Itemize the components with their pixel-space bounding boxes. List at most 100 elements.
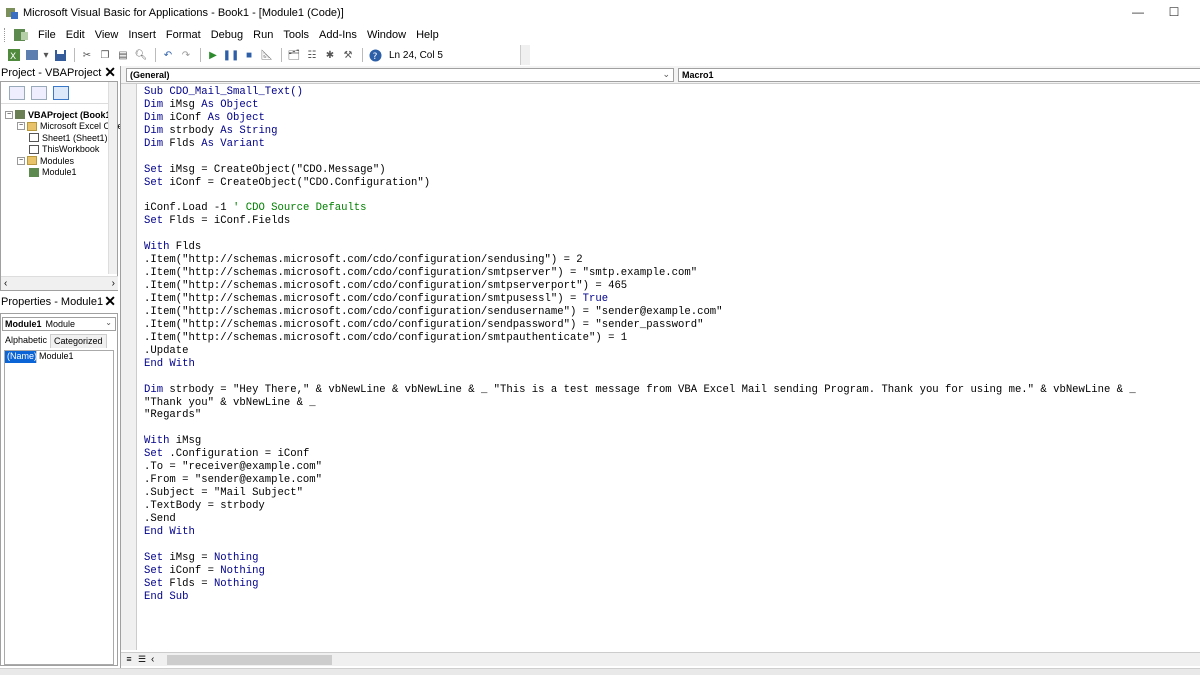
code-line[interactable] xyxy=(144,228,1136,241)
tree-item[interactable]: − Modules xyxy=(5,155,123,167)
toggle-folders-icon[interactable] xyxy=(53,85,69,100)
code-line[interactable]: End With xyxy=(144,526,1136,539)
grip-handle[interactable] xyxy=(4,27,7,42)
code-line[interactable]: .Item("http://schemas.microsoft.com/cdo/… xyxy=(144,319,1136,332)
code-line[interactable]: Dim strbody = "Hey There," & vbNewLine &… xyxy=(144,384,1136,397)
menu-window[interactable]: Window xyxy=(362,29,411,41)
code-line[interactable]: .Item("http://schemas.microsoft.com/cdo/… xyxy=(144,332,1136,345)
break-icon[interactable]: ❚❚ xyxy=(223,47,240,63)
code-line[interactable] xyxy=(144,151,1136,164)
project-vertical-scrollbar[interactable] xyxy=(108,82,117,274)
full-module-view-icon[interactable]: ☰ xyxy=(137,654,147,665)
code-horizontal-scrollbar[interactable]: ≡ ☰ ‹ xyxy=(121,652,1200,666)
save-icon[interactable] xyxy=(52,47,68,63)
chevron-down-icon[interactable]: ⌄ xyxy=(662,69,670,80)
object-combo[interactable]: (General) ⌄ xyxy=(126,68,674,82)
collapse-icon[interactable]: − xyxy=(17,156,25,165)
code-line[interactable] xyxy=(144,190,1136,203)
tree-item[interactable]: ThisWorkbook xyxy=(5,144,123,156)
undo-icon[interactable]: ↶ xyxy=(160,47,176,63)
code-editor[interactable]: Sub CDO_Mail_Small_Text() Dim iMsg As Obj… xyxy=(144,86,1136,604)
cut-icon[interactable]: ✂ xyxy=(79,47,95,63)
toolbox-icon[interactable]: ⚒ xyxy=(340,47,356,63)
property-value[interactable]: Module1 xyxy=(37,351,74,363)
margin-indicator-bar[interactable] xyxy=(121,84,137,650)
view-code-icon[interactable] xyxy=(9,85,25,100)
code-line[interactable]: Dim Flds As Variant xyxy=(144,138,1136,151)
code-line[interactable]: .Item("http://schemas.microsoft.com/cdo/… xyxy=(144,267,1136,280)
code-line[interactable]: "Thank you" & vbNewLine & _ xyxy=(144,397,1136,410)
tab-alphabetic[interactable]: Alphabetic xyxy=(2,334,51,348)
project-horizontal-scrollbar[interactable]: ‹ › xyxy=(1,276,118,290)
property-row[interactable]: (Name) Module1 xyxy=(5,351,113,363)
code-line[interactable]: Dim strbody As String xyxy=(144,125,1136,138)
properties-window-icon[interactable]: ☷ xyxy=(304,47,320,63)
view-excel-icon[interactable]: X xyxy=(6,47,22,63)
tab-categorized[interactable]: Categorized xyxy=(50,334,107,348)
code-line[interactable]: .From = "sender@example.com" xyxy=(144,474,1136,487)
menu-help[interactable]: Help xyxy=(411,29,444,41)
tree-item[interactable]: Sheet1 (Sheet1) xyxy=(5,132,123,144)
procedure-combo[interactable]: Macro1 xyxy=(678,68,1200,82)
object-select[interactable]: Module1 Module ⌄ xyxy=(2,317,116,331)
tree-item[interactable]: − Microsoft Excel Obje xyxy=(5,121,123,133)
code-line[interactable]: Set iConf = Nothing xyxy=(144,565,1136,578)
code-line[interactable]: Set .Configuration = iConf xyxy=(144,448,1136,461)
menu-format[interactable]: Format xyxy=(161,29,206,41)
menu-tools[interactable]: Tools xyxy=(278,29,314,41)
code-line[interactable]: .Item("http://schemas.microsoft.com/cdo/… xyxy=(144,280,1136,293)
code-line[interactable] xyxy=(144,422,1136,435)
collapse-icon[interactable]: − xyxy=(5,110,13,119)
dropdown-arrow-icon[interactable]: ▾ xyxy=(42,47,50,63)
code-line[interactable]: Set iMsg = CreateObject("CDO.Message") xyxy=(144,164,1136,177)
reset-icon[interactable]: ■ xyxy=(241,47,257,63)
tree-item[interactable]: Module1 xyxy=(5,167,123,179)
code-line[interactable]: Set iConf = CreateObject("CDO.Configurat… xyxy=(144,177,1136,190)
code-line[interactable]: .Send xyxy=(144,513,1136,526)
paste-icon[interactable]: ▤ xyxy=(115,47,131,63)
menu-file[interactable]: File xyxy=(33,29,61,41)
code-line[interactable]: .Item("http://schemas.microsoft.com/cdo/… xyxy=(144,306,1136,319)
object-browser-icon[interactable]: ✱ xyxy=(322,47,338,63)
code-line[interactable] xyxy=(144,371,1136,384)
help-icon[interactable]: ? xyxy=(367,47,383,63)
code-line[interactable]: Set iMsg = Nothing xyxy=(144,552,1136,565)
chevron-down-icon[interactable]: ⌄ xyxy=(105,318,112,327)
collapse-icon[interactable]: − xyxy=(17,122,25,131)
redo-icon[interactable]: ↷ xyxy=(178,47,194,63)
code-line[interactable]: .Item("http://schemas.microsoft.com/cdo/… xyxy=(144,293,1136,306)
tree-item[interactable]: − VBAProject (Book1) xyxy=(5,109,123,121)
excel-icon[interactable] xyxy=(13,28,29,42)
menu-insert[interactable]: Insert xyxy=(123,29,161,41)
menu-view[interactable]: View xyxy=(90,29,124,41)
view-object-icon[interactable] xyxy=(31,85,47,100)
close-icon[interactable]: ✕ xyxy=(104,65,116,79)
design-mode-icon[interactable]: 📐︎ xyxy=(259,47,275,63)
code-line[interactable]: .Subject = "Mail Subject" xyxy=(144,487,1136,500)
copy-icon[interactable]: ❐ xyxy=(97,47,113,63)
scroll-right-icon[interactable]: › xyxy=(112,278,115,289)
scroll-left-icon[interactable]: ‹ xyxy=(151,654,154,665)
code-line[interactable]: Set Flds = iConf.Fields xyxy=(144,215,1136,228)
code-line[interactable]: .Item("http://schemas.microsoft.com/cdo/… xyxy=(144,254,1136,267)
menu-add-ins[interactable]: Add-Ins xyxy=(314,29,362,41)
code-line[interactable] xyxy=(144,539,1136,552)
code-line[interactable]: .TextBody = strbody xyxy=(144,500,1136,513)
code-line[interactable]: With iMsg xyxy=(144,435,1136,448)
code-line[interactable]: Dim iMsg As Object xyxy=(144,99,1136,112)
code-line[interactable]: End With xyxy=(144,358,1136,371)
scroll-thumb[interactable] xyxy=(167,655,332,665)
close-icon[interactable]: ✕ xyxy=(104,294,116,308)
code-line[interactable]: Sub CDO_Mail_Small_Text() xyxy=(144,86,1136,99)
scroll-left-icon[interactable]: ‹ xyxy=(4,278,7,289)
code-line[interactable]: With Flds xyxy=(144,241,1136,254)
menu-run[interactable]: Run xyxy=(248,29,278,41)
menu-debug[interactable]: Debug xyxy=(206,29,248,41)
code-line[interactable]: .Update xyxy=(144,345,1136,358)
procedure-view-icon[interactable]: ≡ xyxy=(124,654,134,665)
insert-userform-icon[interactable] xyxy=(24,47,40,63)
maximize-button[interactable]: ☐ xyxy=(1166,4,1182,20)
find-icon[interactable]: 🔍︎ xyxy=(133,47,149,63)
run-icon[interactable]: ▶ xyxy=(205,47,221,63)
menu-edit[interactable]: Edit xyxy=(61,29,90,41)
